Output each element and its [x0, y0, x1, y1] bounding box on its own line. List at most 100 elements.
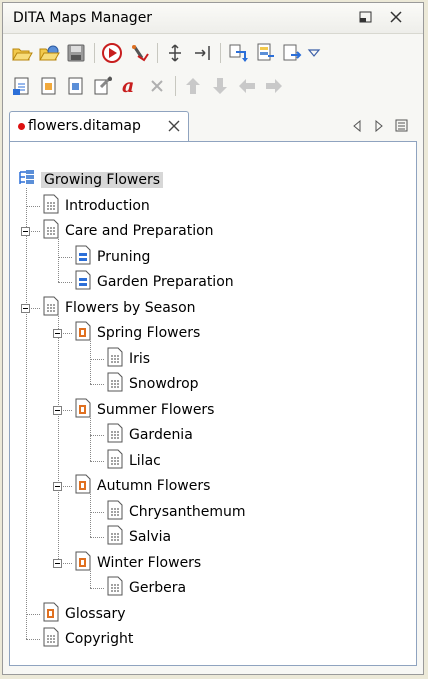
save-icon[interactable] — [63, 40, 89, 66]
submap-icon — [74, 474, 92, 498]
tree-item[interactable]: Spring Flowers — [74, 321, 200, 345]
tree-connector — [90, 417, 91, 461]
tree-item[interactable]: Glossary — [42, 602, 126, 626]
tree-item-label: Introduction — [65, 197, 150, 214]
tree-connector — [90, 588, 104, 589]
tree-item[interactable]: Gerbera — [106, 576, 186, 600]
submap-icon — [74, 398, 92, 422]
tree-item-label: Gerbera — [129, 580, 187, 596]
tree-item-label: Flowers by Season — [65, 299, 196, 316]
tree-item-label: Copyright — [65, 631, 134, 647]
new-topic-icon[interactable] — [9, 73, 35, 99]
tab-flowers-ditamap[interactable]: flowers.ditamap — [9, 111, 189, 141]
topic-icon — [42, 219, 60, 243]
tree-item[interactable]: Chrysanthemum — [106, 500, 246, 524]
collapse-all-icon[interactable] — [189, 40, 215, 66]
collapse-toggle-icon[interactable] — [53, 482, 62, 491]
dita-maps-manager-panel: DITA Maps Manager a flowers.ditamap Grow… — [2, 2, 424, 675]
svg-text:a: a — [122, 75, 134, 97]
open-url-icon[interactable] — [36, 40, 62, 66]
topic-icon — [106, 372, 124, 396]
check-spelling-icon[interactable] — [126, 40, 152, 66]
restore-icon[interactable] — [357, 8, 375, 26]
open-map-icon[interactable] — [9, 40, 35, 66]
tree-root-label: Growing Flowers — [41, 172, 164, 188]
panel-titlebar: DITA Maps Manager — [3, 3, 423, 34]
export-icon[interactable] — [279, 40, 305, 66]
toolbar-separator — [175, 76, 176, 96]
collapse-toggle-icon[interactable] — [53, 329, 62, 338]
tree-item-label: Salvia — [129, 529, 172, 545]
modified-indicator-icon — [18, 123, 25, 130]
tree-connector — [90, 511, 104, 513]
delete-icon[interactable] — [144, 73, 170, 99]
tree-connector — [90, 494, 91, 537]
tree-connector — [26, 188, 27, 639]
tree-item[interactable]: Introduction — [42, 194, 150, 218]
topic-icon — [42, 627, 60, 651]
topic-icon — [106, 500, 124, 524]
refresh-references-icon[interactable] — [225, 40, 251, 66]
close-panel-icon[interactable] — [387, 8, 405, 26]
tree-item[interactable]: Autumn Flowers — [74, 474, 210, 498]
toolbar-separator — [94, 43, 95, 63]
tree-root-growing-flowers[interactable]: Growing Flowers — [18, 168, 164, 192]
tree-connector — [26, 205, 40, 207]
view-menu-icon[interactable] — [306, 40, 322, 66]
tree-connector — [58, 256, 72, 258]
close-tab-icon[interactable] — [168, 120, 180, 136]
collapse-toggle-icon[interactable] — [53, 405, 62, 415]
scroll-tabs-left-icon[interactable] — [351, 119, 363, 137]
tree-connector — [58, 282, 72, 283]
tree-connector — [90, 435, 104, 436]
insert-map-icon[interactable] — [63, 73, 89, 99]
scroll-tabs-right-icon[interactable] — [373, 119, 385, 137]
tree-connector — [26, 613, 40, 615]
topic-icon — [106, 525, 124, 549]
tree-item-label: Gardenia — [129, 427, 193, 443]
tab-list-icon[interactable] — [395, 119, 409, 137]
tree-item[interactable]: Iris — [106, 347, 150, 371]
tree-item-label: Lilac — [129, 452, 161, 469]
tree-item[interactable]: Lilac — [106, 449, 161, 473]
promote-icon[interactable] — [234, 73, 260, 99]
tree-item[interactable]: Snowdrop — [106, 372, 199, 396]
tree-item[interactable]: Pruning — [74, 245, 150, 269]
panel-title: DITA Maps Manager — [13, 10, 153, 26]
collapse-toggle-icon[interactable] — [21, 227, 30, 236]
validate-icon[interactable] — [99, 40, 125, 66]
tree-connector — [26, 639, 40, 640]
submap-icon — [42, 602, 60, 626]
tree-item[interactable]: Salvia — [106, 525, 171, 549]
tree-item-label: Spring Flowers — [97, 325, 201, 341]
collapse-toggle-icon[interactable] — [21, 303, 30, 313]
tree-item-label: Chrysanthemum — [129, 503, 246, 520]
toolbar-separator — [220, 43, 221, 63]
tree-item[interactable]: Flowers by Season — [42, 296, 196, 320]
tree-item[interactable]: Winter Flowers — [74, 551, 201, 575]
insert-reference-icon[interactable] — [36, 73, 62, 99]
tree-item[interactable]: Copyright — [42, 627, 133, 651]
topic-icon — [106, 449, 124, 473]
rename-icon[interactable]: a — [117, 73, 143, 99]
move-down-icon[interactable] — [207, 73, 233, 99]
move-up-icon[interactable] — [180, 73, 206, 99]
collapse-toggle-icon[interactable] — [53, 558, 62, 568]
tree-item-label: Garden Preparation — [97, 274, 234, 290]
toolbar-row-1 — [9, 37, 323, 69]
expand-all-icon[interactable] — [162, 40, 188, 66]
tree-item[interactable]: Summer Flowers — [74, 398, 214, 422]
topic-icon — [106, 576, 124, 600]
tree-item-label: Summer Flowers — [97, 401, 215, 418]
transform-icon[interactable] — [252, 40, 278, 66]
demote-icon[interactable] — [261, 73, 287, 99]
tree-item-label: Care and Preparation — [65, 223, 214, 239]
tree-item[interactable]: Garden Preparation — [74, 270, 234, 294]
tree-connector — [90, 460, 104, 462]
edit-properties-icon[interactable] — [90, 73, 116, 99]
tree-item[interactable]: Gardenia — [106, 423, 193, 447]
task-icon — [74, 245, 92, 269]
tree-connector — [90, 384, 104, 385]
topic-icon — [106, 347, 124, 371]
tree-item[interactable]: Care and Preparation — [42, 219, 214, 243]
